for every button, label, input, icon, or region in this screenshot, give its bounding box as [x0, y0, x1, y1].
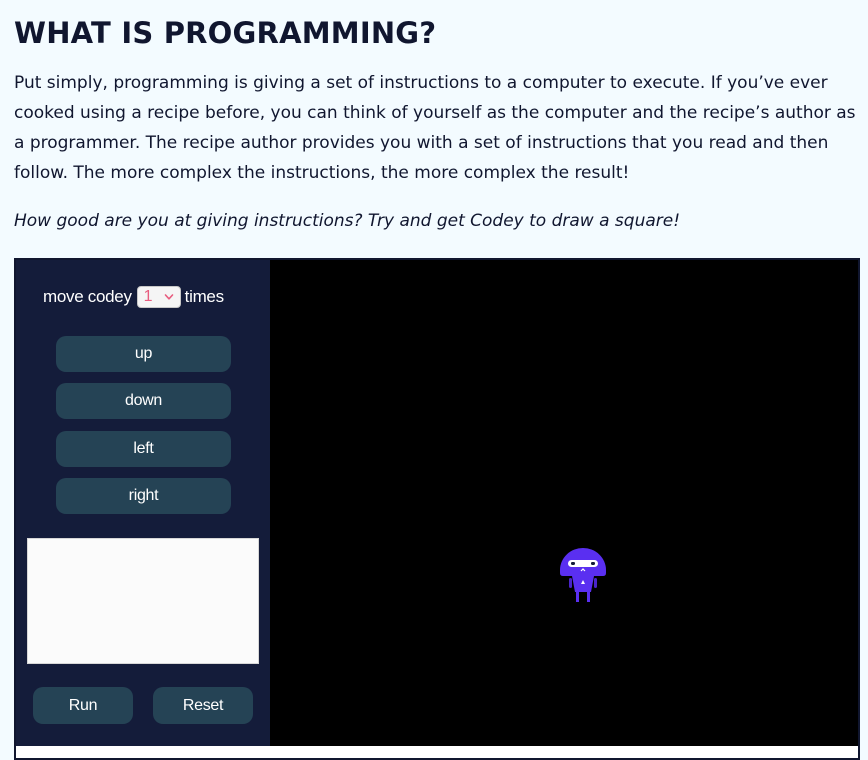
run-button[interactable]: Run: [33, 687, 133, 724]
steps-select-value: 1: [143, 288, 153, 305]
codey-robot-icon: [560, 548, 606, 602]
move-prefix-label: move codey: [43, 287, 132, 306]
steps-select[interactable]: 1: [136, 286, 181, 308]
move-row: move codey 1 times: [43, 286, 224, 308]
down-button[interactable]: down: [56, 383, 231, 419]
up-button[interactable]: up: [56, 336, 231, 372]
codey-widget: move codey 1 times up down left right Ru…: [14, 258, 860, 760]
chevron-down-icon: [164, 294, 173, 300]
reset-button[interactable]: Reset: [153, 687, 253, 724]
control-panel: move codey 1 times up down left right Ru…: [16, 260, 270, 746]
move-suffix-label: times: [184, 287, 224, 306]
challenge-prompt: How good are you at giving instructions?…: [14, 211, 681, 231]
program-output-box[interactable]: [27, 538, 259, 664]
page-title: WHAT IS PROGRAMMING?: [14, 16, 437, 50]
left-button[interactable]: left: [56, 431, 231, 467]
right-button[interactable]: right: [56, 478, 231, 514]
drawing-stage: [270, 260, 858, 746]
intro-paragraph: Put simply, programming is giving a set …: [14, 73, 856, 183]
